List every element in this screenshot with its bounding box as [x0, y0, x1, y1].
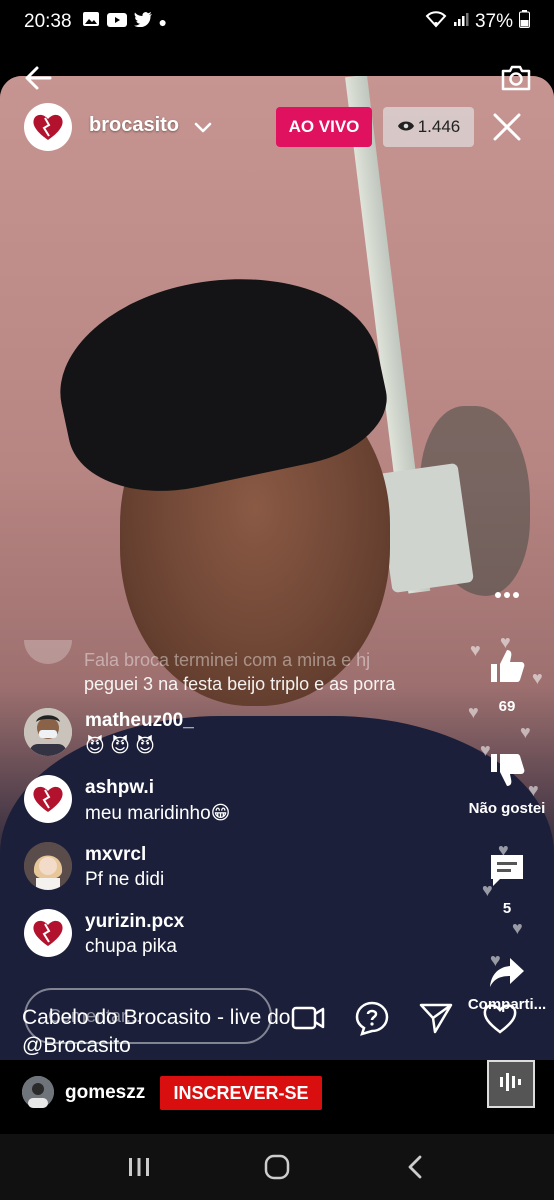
- user-avatar[interactable]: [24, 708, 72, 756]
- back-icon[interactable]: [395, 1147, 435, 1187]
- back-arrow-icon[interactable]: [24, 64, 54, 94]
- battery-percent: 37%: [474, 11, 513, 32]
- user-avatar[interactable]: [24, 842, 72, 890]
- video-caption[interactable]: Cabelo do Brocasito - live do @Brocasito: [22, 1004, 462, 1060]
- chat-message: ashpw.i meu maridinho😁: [24, 775, 464, 831]
- eye-icon: [397, 117, 415, 137]
- gallery-icon: [82, 11, 100, 33]
- chat-message: matheuz00_ 😈 😈 😈: [24, 708, 464, 764]
- status-time: 20:38: [24, 11, 72, 32]
- signal-icon: [453, 11, 469, 33]
- chat-text: 😈 😈 😈: [85, 736, 155, 757]
- chat-message: mxvrcl Pf ne didi: [24, 842, 464, 898]
- wifi-icon: [425, 10, 447, 34]
- floating-heart-icon: ♥: [520, 722, 531, 742]
- chat-username[interactable]: ashpw.i: [85, 777, 154, 799]
- like-button[interactable]: 69: [460, 646, 554, 715]
- live-audio-icon: [498, 1071, 524, 1098]
- video-outlet-box: [376, 462, 474, 594]
- live-badge: AO VIVO: [276, 107, 372, 147]
- faded-chat-message: Fala broca terminei com a mina e hj pegu…: [84, 648, 484, 696]
- user-avatar[interactable]: [24, 775, 72, 823]
- system-nav-bar: [0, 1134, 554, 1200]
- faded-message-line-2: peguei 3 na festa beijo triplo e as porr…: [84, 674, 396, 694]
- camera-icon[interactable]: [500, 64, 532, 94]
- chat-message: yurizin.pcx chupa pika: [24, 909, 464, 965]
- dislike-label: Não gostei: [468, 800, 546, 817]
- home-icon[interactable]: [257, 1147, 297, 1187]
- more-options-icon[interactable]: [460, 586, 554, 603]
- chat-text: Pf ne didi: [85, 869, 165, 890]
- status-bar: 20:38 ● 37%: [0, 0, 554, 44]
- close-icon[interactable]: [490, 110, 524, 144]
- floating-heart-icon: ♥: [512, 918, 523, 938]
- subscriber-avatar[interactable]: [22, 1076, 54, 1108]
- faded-message-line-1: Fala broca terminei com a mina e hj: [84, 650, 371, 670]
- share-icon: [488, 958, 526, 994]
- channel-thumbnail[interactable]: [487, 1060, 535, 1108]
- caption-line-1: Cabelo do Brocasito - live do: [22, 1006, 291, 1029]
- battery-icon: [519, 10, 530, 34]
- dislike-button[interactable]: Não gostei: [460, 750, 554, 817]
- subscribe-button[interactable]: INSCREVER-SE: [160, 1076, 322, 1110]
- chevron-down-icon[interactable]: [192, 116, 214, 138]
- recent-apps-icon[interactable]: [119, 1147, 159, 1187]
- subscriber-name[interactable]: gomeszz: [65, 1082, 145, 1104]
- comments-button[interactable]: 5: [460, 852, 554, 917]
- chat-username[interactable]: mxvrcl: [85, 844, 146, 866]
- youtube-icon: [106, 11, 127, 33]
- comment-icon: [488, 855, 526, 894]
- chat-text: meu maridinho😁: [85, 803, 231, 824]
- like-count: 69: [498, 698, 516, 715]
- comment-count: 5: [502, 900, 512, 917]
- heart-react-icon[interactable]: [482, 1000, 518, 1036]
- caption-line-2: @Brocasito: [22, 1034, 131, 1057]
- chat-username[interactable]: matheuz00_: [85, 710, 194, 732]
- viewer-count: 1.446: [417, 117, 461, 136]
- viewer-count-badge: 1.446: [383, 107, 474, 147]
- user-avatar[interactable]: [24, 909, 72, 957]
- thumbs-down-icon: [487, 754, 527, 794]
- dot-icon: ●: [158, 14, 168, 30]
- channel-name[interactable]: brocasito: [89, 114, 179, 137]
- chat-username[interactable]: yurizin.pcx: [85, 911, 184, 933]
- subscription-bar: gomeszz INSCREVER-SE: [0, 1060, 554, 1134]
- thumbs-up-icon: [487, 650, 527, 690]
- chat-text: chupa pika: [85, 936, 177, 957]
- channel-avatar[interactable]: [24, 103, 72, 151]
- twitter-icon: [133, 11, 152, 33]
